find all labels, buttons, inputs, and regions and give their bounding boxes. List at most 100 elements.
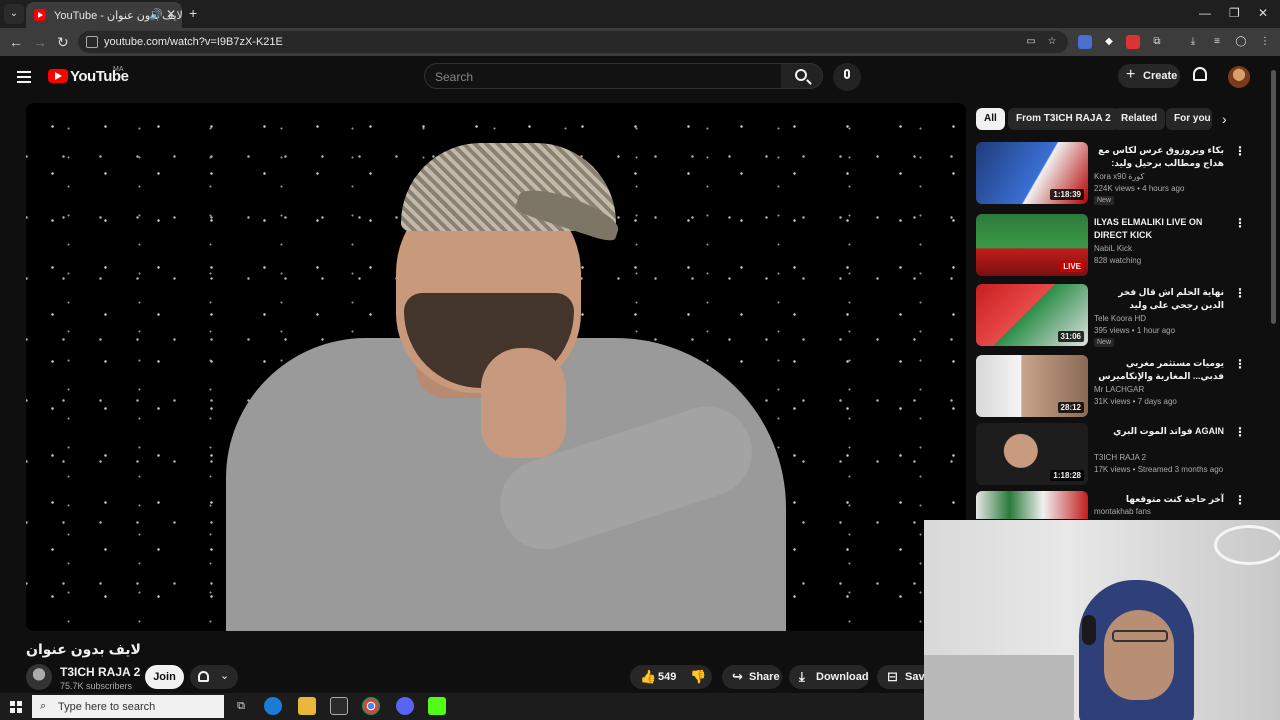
create-label: Create: [1143, 70, 1178, 82]
duration-badge: 31:06: [1057, 331, 1084, 342]
channel-avatar[interactable]: [26, 664, 52, 690]
recommendation-item[interactable]: 1:18:39 بكاء ويروزوق عرس لكاس مع هداج وم…: [976, 142, 1250, 206]
microphone-icon: [844, 69, 850, 79]
new-tab-button[interactable]: +: [189, 5, 197, 21]
more-options-icon[interactable]: ⋮: [1234, 286, 1246, 300]
recommendation-title[interactable]: يوميات مستثمر مغربي فدبي... المغاربة وال…: [1094, 357, 1224, 383]
search-input[interactable]: Search: [424, 63, 782, 89]
address-bar[interactable]: youtube.com/watch?v=I9B7zX-K21E: [78, 31, 1068, 53]
share-button[interactable]: ↪ Share: [722, 665, 782, 689]
tab-search-chevron-icon[interactable]: ⌄: [4, 4, 24, 24]
notifications-bell-icon[interactable]: [1193, 67, 1207, 81]
chip-related[interactable]: Related: [1113, 108, 1166, 130]
menu-icon[interactable]: [17, 71, 31, 83]
recommendation-channel[interactable]: Kora x90 كورة: [1094, 172, 1144, 181]
more-options-icon[interactable]: ⋮: [1234, 493, 1246, 507]
video-thumbnail[interactable]: 1:18:28: [976, 423, 1088, 485]
thumbs-down-icon[interactable]: 👎: [690, 669, 706, 685]
recommendation-meta: 828 watching: [1094, 256, 1142, 265]
windows-start-icon[interactable]: [10, 701, 22, 713]
taskbar-search-input[interactable]: ⌕ Type here to search: [32, 695, 224, 718]
page-scrollbar[interactable]: [1271, 70, 1276, 324]
video-thumbnail[interactable]: 1:18:39: [976, 142, 1088, 204]
forward-icon[interactable]: →: [33, 34, 47, 50]
video-thumbnail[interactable]: [976, 491, 1088, 519]
save-button[interactable]: ⊟ Save: [877, 665, 931, 689]
video-thumbnail[interactable]: LIVE: [976, 214, 1088, 276]
like-count[interactable]: 549: [658, 671, 676, 683]
file-explorer-icon[interactable]: [298, 697, 316, 715]
recommendation-title[interactable]: AGAIN فواتد الموت البري: [1094, 425, 1224, 438]
recommendation-title[interactable]: نهاية الحلم اش قال فخر الدين رجحي على ول…: [1094, 286, 1224, 312]
url-text[interactable]: youtube.com/watch?v=I9B7zX-K21E: [104, 36, 283, 48]
extensions-puzzle-icon[interactable]: ⧉: [1150, 35, 1164, 49]
profile-icon[interactable]: ◯: [1234, 35, 1248, 49]
back-icon[interactable]: ←: [9, 34, 23, 50]
translate-extension-icon[interactable]: [1078, 35, 1092, 49]
kick-app-icon[interactable]: [428, 697, 446, 715]
recommendation-title[interactable]: ILYAS ELMALIKI LIVE ON DIRECT KICK: [1094, 216, 1224, 242]
recommendation-channel[interactable]: Mr LACHGAR: [1094, 385, 1144, 394]
video-thumbnail[interactable]: 28:12: [976, 355, 1088, 417]
discord-icon[interactable]: [396, 697, 414, 715]
join-button[interactable]: Join: [145, 665, 184, 689]
duration-badge: 28:12: [1057, 402, 1084, 413]
more-options-icon[interactable]: ⋮: [1234, 144, 1246, 158]
bookmark-star-icon[interactable]: ☆: [1045, 35, 1059, 49]
recommendation-channel[interactable]: montakhab fans: [1094, 507, 1151, 516]
recommendation-title[interactable]: آخر حاجة كنت متوقعها: [1094, 493, 1224, 506]
close-window-icon[interactable]: ✕: [1258, 6, 1268, 20]
site-info-icon[interactable]: [86, 36, 98, 48]
extension-red-icon[interactable]: [1126, 35, 1140, 49]
chip-from-channel[interactable]: From T3ICH RAJA 2: [1008, 108, 1119, 130]
search-icon: [795, 69, 807, 81]
recommendation-channel[interactable]: T3ICH RAJA 2: [1094, 453, 1146, 462]
task-view-icon[interactable]: ⧉: [232, 697, 250, 715]
voice-search-button[interactable]: [833, 63, 861, 91]
reading-list-icon[interactable]: ≡: [1210, 35, 1224, 49]
search-button[interactable]: [781, 63, 823, 89]
browser-tab[interactable]: YouTube - لايف بدون عنوان 🔊 ✕: [26, 2, 183, 28]
chip-all[interactable]: All: [976, 108, 1005, 130]
more-options-icon[interactable]: ⋮: [1234, 216, 1246, 230]
channel-name[interactable]: T3ICH RAJA 2: [60, 665, 140, 679]
more-options-icon[interactable]: ⋮: [1234, 425, 1246, 439]
restore-icon[interactable]: ❐: [1229, 6, 1240, 20]
download-button[interactable]: ⤓ Download: [789, 665, 869, 689]
speaker-icon[interactable]: 🔊: [149, 8, 163, 21]
subscriber-count: 75.7K subscribers: [60, 681, 133, 691]
thumbs-up-icon[interactable]: 👍: [640, 669, 656, 685]
recommendation-title[interactable]: بكاء ويروزوق عرس لكاس مع هداج ومطالب برح…: [1094, 144, 1224, 170]
download-icon: ⤓: [799, 669, 805, 684]
recommendation-item[interactable]: آخر حاجة كنت متوقعها montakhab fans ⋮: [976, 491, 1250, 519]
video-player[interactable]: [26, 103, 966, 631]
account-avatar[interactable]: [1228, 66, 1250, 88]
chrome-browser-icon[interactable]: [362, 697, 380, 715]
more-options-icon[interactable]: ⋮: [1234, 357, 1246, 371]
recommendation-channel[interactable]: Tele Koora HD: [1094, 314, 1146, 323]
recommendation-item[interactable]: LIVE ILYAS ELMALIKI LIVE ON DIRECT KICK …: [976, 214, 1250, 278]
extension-diamond-icon[interactable]: ◆: [1102, 35, 1116, 49]
youtube-logo-icon[interactable]: [48, 69, 68, 83]
minimize-icon[interactable]: —: [1199, 6, 1211, 20]
cast-icon[interactable]: ▭: [1024, 35, 1038, 49]
windows-taskbar: ⌕ Type here to search ⧉: [0, 693, 924, 720]
recommendation-item[interactable]: 31:06 نهاية الحلم اش قال فخر الدين رجحي …: [976, 284, 1250, 348]
duration-badge: 1:18:28: [1050, 470, 1084, 481]
recommendation-item[interactable]: 28:12 يوميات مستثمر مغربي فدبي... المغار…: [976, 355, 1250, 419]
edge-browser-icon[interactable]: [264, 697, 282, 715]
chevron-right-icon[interactable]: ›: [1222, 111, 1227, 127]
tab-close-icon[interactable]: ✕: [166, 7, 176, 21]
downloads-icon[interactable]: ⤓: [1186, 35, 1200, 49]
video-thumbnail[interactable]: 31:06: [976, 284, 1088, 346]
subscribed-notifications-button[interactable]: ⌄: [190, 665, 238, 689]
webcam-person-glasses: [1112, 630, 1168, 642]
chip-for-you[interactable]: For you: [1166, 108, 1212, 130]
webcam-ceiling-lamp: [1214, 525, 1280, 565]
browser-menu-icon[interactable]: ⋮: [1258, 35, 1272, 49]
recommendation-channel[interactable]: NabiL Kick: [1094, 244, 1132, 253]
reload-icon[interactable]: ↻: [57, 34, 69, 51]
recommendation-item[interactable]: 1:18:28 AGAIN فواتد الموت البري T3ICH RA…: [976, 423, 1250, 487]
create-button[interactable]: + Create: [1118, 64, 1180, 88]
store-icon[interactable]: [330, 697, 348, 715]
